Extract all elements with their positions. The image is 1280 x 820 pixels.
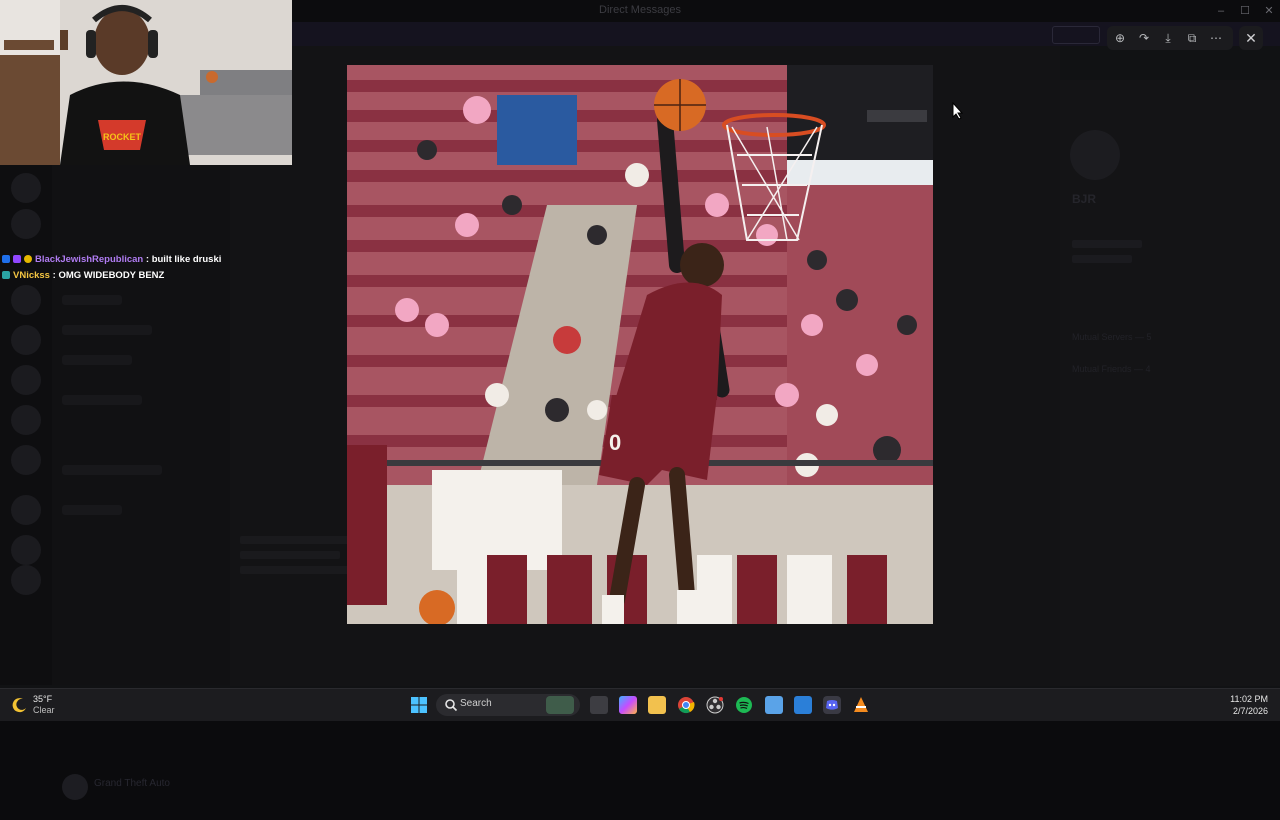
direct-messages-list: Grand Theft Auto (52, 165, 230, 800)
system-clock[interactable]: 11:02 PM 2/7/2026 (1230, 693, 1268, 717)
chat-text: OMG WIDEBODY BENZ (58, 270, 165, 281)
text-line (240, 551, 340, 559)
svg-text:0: 0 (609, 430, 621, 455)
server-icon[interactable] (11, 325, 41, 355)
server-icon[interactable] (11, 285, 41, 315)
more-icon[interactable]: ⋯ (1206, 28, 1226, 48)
close-icon: ✕ (1245, 30, 1257, 46)
server-icon[interactable] (11, 405, 41, 435)
windows-start-icon[interactable] (410, 696, 428, 714)
profile-name: BJR (1072, 192, 1097, 206)
rotate-icon[interactable]: ↷ (1134, 28, 1154, 48)
taskbar: 35°F Clear Search 11:02 PM 2/7/2026 (0, 688, 1280, 721)
server-icon[interactable] (11, 365, 41, 395)
server-title: Grand Theft Auto (94, 778, 170, 789)
search-highlight-icon (546, 696, 574, 714)
close-viewer-button[interactable]: ✕ (1239, 26, 1263, 50)
list-item[interactable] (62, 395, 142, 405)
copilot-icon[interactable] (619, 696, 637, 714)
text-line (1072, 255, 1132, 263)
webcam-overlay: ROCKET (0, 0, 292, 165)
chat-username: BlackJewishRepublican (35, 254, 144, 265)
chat-message: VNickss : OMG WIDEBODY BENZ (2, 268, 272, 284)
chrome-icon[interactable] (677, 696, 695, 714)
viewer-toolbar: ⊕ ↷ ⤓ ⧉ ⋯ (1107, 26, 1233, 50)
viewer-image[interactable]: 0 (347, 65, 933, 624)
weather-condition: Clear (33, 705, 55, 715)
mod-badge-icon (2, 255, 10, 263)
list-item[interactable] (62, 355, 132, 365)
list-item[interactable] (62, 465, 162, 475)
maximize-icon[interactable]: ☐ (1237, 3, 1253, 19)
sub-badge-icon (24, 255, 32, 263)
chat-text: built like druski (151, 254, 222, 265)
clock-time: 11:02 PM (1230, 694, 1268, 704)
chat-username: VNickss (13, 270, 50, 281)
search-icon (445, 699, 458, 712)
chat-message: BlackJewishRepublican : built like drusk… (2, 252, 272, 268)
close-window-icon[interactable]: ✕ (1261, 3, 1277, 19)
snipping-tool-icon[interactable] (794, 696, 812, 714)
svg-text:ROCKET: ROCKET (103, 132, 142, 142)
mutual-friends-link[interactable]: Mutual Friends — 4 (1072, 364, 1151, 374)
text-line (1072, 240, 1142, 248)
list-item[interactable] (62, 325, 152, 335)
badge-icon (2, 271, 10, 279)
weather-widget[interactable]: 35°F Clear (12, 694, 72, 718)
basketball-dunk-photo: 0 (347, 65, 933, 624)
obs-icon[interactable] (706, 696, 724, 714)
search-placeholder: Search (460, 698, 492, 709)
profile-avatar (1070, 130, 1120, 180)
server-rail (0, 165, 52, 685)
server-icon[interactable] (11, 535, 41, 565)
webcam-feed: ROCKET (0, 0, 292, 165)
discord-icon[interactable] (823, 696, 841, 714)
server-icon[interactable] (11, 209, 41, 239)
open-external-icon[interactable]: ⧉ (1182, 28, 1202, 48)
server-icon[interactable] (11, 565, 41, 595)
taskbar-search[interactable]: Search (436, 694, 580, 716)
profile-panel: BJR Mutual Servers — 5 Mutual Friends — … (1060, 80, 1280, 686)
server-icon[interactable] (11, 445, 41, 475)
mutual-servers-link[interactable]: Mutual Servers — 5 (1072, 332, 1152, 342)
stream-chat: BlackJewishRepublican : built like drusk… (2, 252, 272, 284)
weather-temp: 35°F (33, 694, 53, 704)
list-item[interactable] (62, 295, 122, 305)
zoom-in-icon[interactable]: ⊕ (1110, 28, 1130, 48)
vlc-icon[interactable] (852, 696, 870, 714)
avatar[interactable] (62, 774, 88, 800)
user-panel: Grand Theft Auto (62, 770, 272, 820)
mouse-cursor-icon (952, 102, 964, 120)
download-icon[interactable]: ⤓ (1158, 28, 1178, 48)
file-explorer-icon[interactable] (648, 696, 666, 714)
list-item[interactable] (62, 505, 122, 515)
text-line (240, 566, 350, 574)
server-icon[interactable] (11, 173, 41, 203)
banner-button[interactable] (1052, 26, 1100, 44)
task-view-icon[interactable] (590, 696, 608, 714)
moon-icon (12, 698, 26, 713)
server-icon[interactable] (11, 495, 41, 525)
text-line (240, 536, 360, 544)
verified-badge-icon (13, 255, 21, 263)
notepad-icon[interactable] (765, 696, 783, 714)
minimize-icon[interactable]: – (1213, 3, 1229, 19)
clock-date: 2/7/2026 (1232, 706, 1268, 716)
spotify-icon[interactable] (735, 696, 753, 714)
